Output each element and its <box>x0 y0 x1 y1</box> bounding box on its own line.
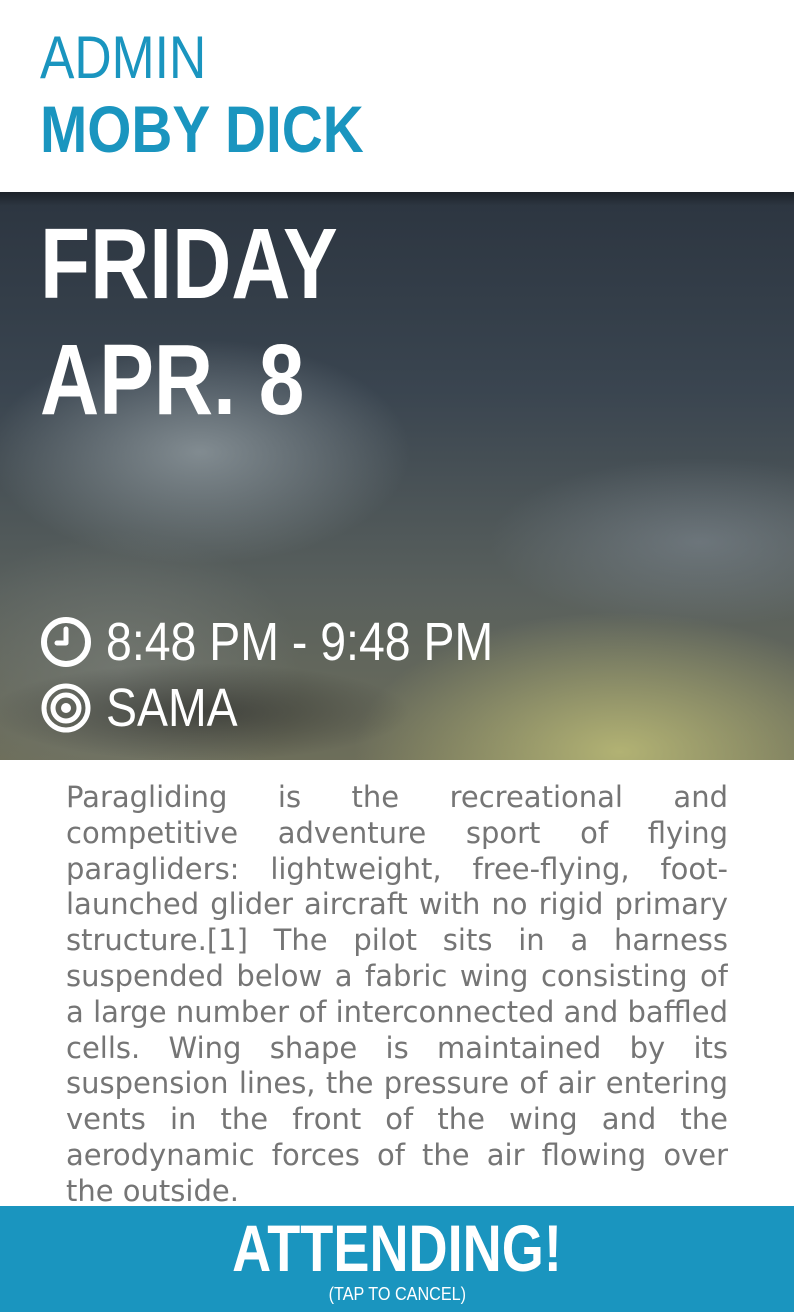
event-day: FRIDAY <box>40 208 338 320</box>
event-date: APR. 8 <box>40 324 305 436</box>
event-time: 8:48 PM - 9:48 PM <box>106 612 494 672</box>
attending-label-text: ATTENDING! <box>232 1211 562 1285</box>
attending-label: ATTENDING! <box>0 1210 794 1286</box>
attending-button[interactable]: ATTENDING! (TAP TO CANCEL) <box>0 1206 794 1312</box>
page-subtitle: ADMIN <box>40 24 207 91</box>
cancel-hint-text: (TAP TO CANCEL) <box>328 1284 466 1304</box>
event-location: SAMA <box>106 678 238 738</box>
event-description: Paragliding is the recreational and comp… <box>66 780 728 1206</box>
hero-top-shadow <box>0 192 794 206</box>
clock-icon <box>40 616 92 668</box>
event-time-row: 8:48 PM - 9:48 PM <box>40 612 556 672</box>
event-location-row: SAMA <box>40 678 259 738</box>
location-target-icon <box>40 682 92 734</box>
header: ADMIN MOBY DICK <box>0 0 794 192</box>
cancel-hint: (TAP TO CANCEL) <box>0 1282 794 1306</box>
page-title: MOBY DICK <box>40 92 364 166</box>
event-hero: FRIDAY APR. 8 8:48 PM - 9:48 PM SAMA <box>0 192 794 760</box>
